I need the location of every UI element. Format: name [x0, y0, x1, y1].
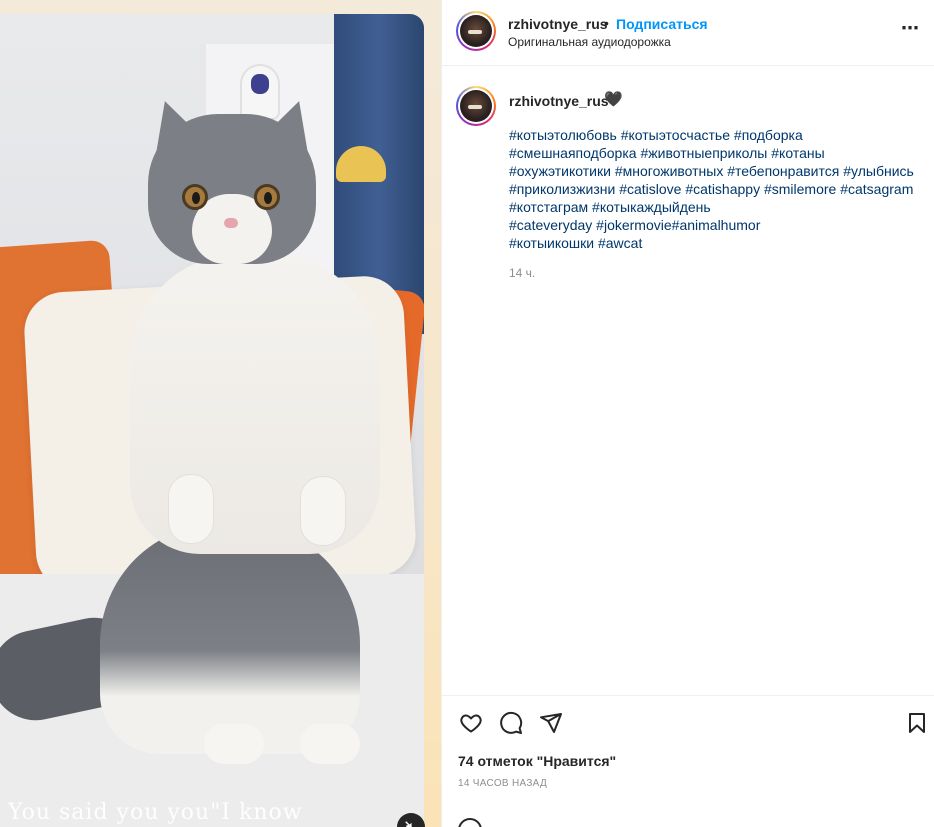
hashtag-link[interactable]: #приколизжизни	[509, 181, 615, 197]
cat-foot-right	[300, 724, 360, 764]
hashtag-line: #котыэтолюбовь #котыэтосчастье #подборка	[509, 126, 919, 144]
hashtag-link[interactable]: #catsagram	[840, 181, 913, 197]
hashtag-link[interactable]: #котыкаждыйдень	[592, 199, 711, 215]
separator-dot: •	[604, 15, 609, 31]
hashtag-link[interactable]: #котаны	[771, 145, 824, 161]
hashtag-line: #котстаграм #котыкаждыйдень	[509, 198, 919, 216]
caption-timestamp[interactable]: 14 ч.	[509, 266, 535, 280]
caption-author-avatar[interactable]	[456, 86, 496, 126]
hashtag-list: #котыэтолюбовь #котыэтосчастье #подборка…	[509, 126, 919, 252]
hashtag-link[interactable]: #catislove	[619, 181, 681, 197]
hashtag-link[interactable]: #jokermovie	[596, 217, 671, 233]
hashtag-link[interactable]: #подборка	[734, 127, 803, 143]
hashtag-link[interactable]: #smilemore	[764, 181, 836, 197]
cat-head	[142, 93, 322, 264]
cat-ear-left	[142, 93, 202, 153]
author-avatar[interactable]	[456, 11, 496, 51]
post-actions: 74 отметок "Нравится" 14 ЧАСОВ НАЗАД	[442, 695, 934, 827]
hashtag-link[interactable]: #смешнаяподборка	[509, 145, 637, 161]
post-date[interactable]: 14 ЧАСОВ НАЗАД	[458, 778, 547, 789]
cat-paw-right	[300, 476, 346, 546]
cat-paw-left	[168, 474, 214, 544]
hashtag-link[interactable]: #улыбнись	[843, 163, 914, 179]
hashtag-link[interactable]: #awcat	[598, 235, 642, 251]
more-options-icon[interactable]: ⋯	[901, 18, 920, 39]
hashtag-link[interactable]: #котстаграм	[509, 199, 588, 215]
save-bookmark-icon[interactable]	[904, 710, 930, 736]
hashtag-line: #смешнаяподборка #животныеприколы #котан…	[509, 144, 919, 162]
emoji-smile-icon[interactable]	[458, 818, 482, 827]
hashtag-link[interactable]: #котыикошки	[509, 235, 594, 251]
hashtag-link[interactable]: #охужэтикотики	[509, 163, 611, 179]
hashtag-line: #cateveryday #jokermovie#animalhumor	[509, 216, 919, 234]
cat-foot-left	[204, 724, 264, 764]
hashtag-link[interactable]: #многоживотных	[615, 163, 724, 179]
follow-button[interactable]: Подписаться	[616, 16, 708, 32]
black-heart-emoji: 🖤	[604, 91, 623, 108]
author-username[interactable]: rzhivotnye_rus	[508, 16, 608, 32]
hashtag-link[interactable]: #котыэтолюбовь	[509, 127, 617, 143]
share-paper-plane-icon[interactable]	[538, 710, 564, 736]
audio-track-link[interactable]: Оригинальная аудиодорожка	[508, 35, 671, 49]
hashtag-link[interactable]: #животныеприколы	[640, 145, 767, 161]
video-subtitle: You said you you"I know	[8, 800, 303, 825]
cat-nose	[224, 218, 238, 228]
cat-lower-body	[100, 524, 360, 754]
like-heart-icon[interactable]	[458, 710, 484, 736]
hashtag-link[interactable]: #котыэтосчастье	[621, 127, 730, 143]
hashtag-line: #котыикошки #awcat	[509, 234, 919, 252]
hashtag-link[interactable]: #cateveryday	[509, 217, 592, 233]
hashtag-link[interactable]: #тебепонравится	[727, 163, 839, 179]
hashtag-link[interactable]: #catishappy	[685, 181, 760, 197]
cat-eye-right	[254, 184, 280, 210]
cat-eye-left	[182, 184, 208, 210]
hashtag-line: #приколизжизни #catislove #catishappy #s…	[509, 180, 919, 198]
post-media[interactable]: You said you you"I know	[0, 0, 441, 827]
post-header: rzhivotnye_rus • Подписаться Оригинальна…	[442, 0, 934, 66]
hashtag-link[interactable]: #animalhumor	[672, 217, 761, 233]
post-details-panel: rzhivotnye_rus • Подписаться Оригинальна…	[441, 0, 934, 827]
hashtag-line: #охужэтикотики #многоживотных #тебепонра…	[509, 162, 919, 180]
video-frame[interactable]	[0, 14, 424, 827]
caption-username[interactable]: rzhivotnye_rus	[509, 93, 609, 109]
likes-count[interactable]: 74 отметок "Нравится"	[458, 753, 616, 769]
comment-bubble-icon[interactable]	[498, 710, 524, 736]
